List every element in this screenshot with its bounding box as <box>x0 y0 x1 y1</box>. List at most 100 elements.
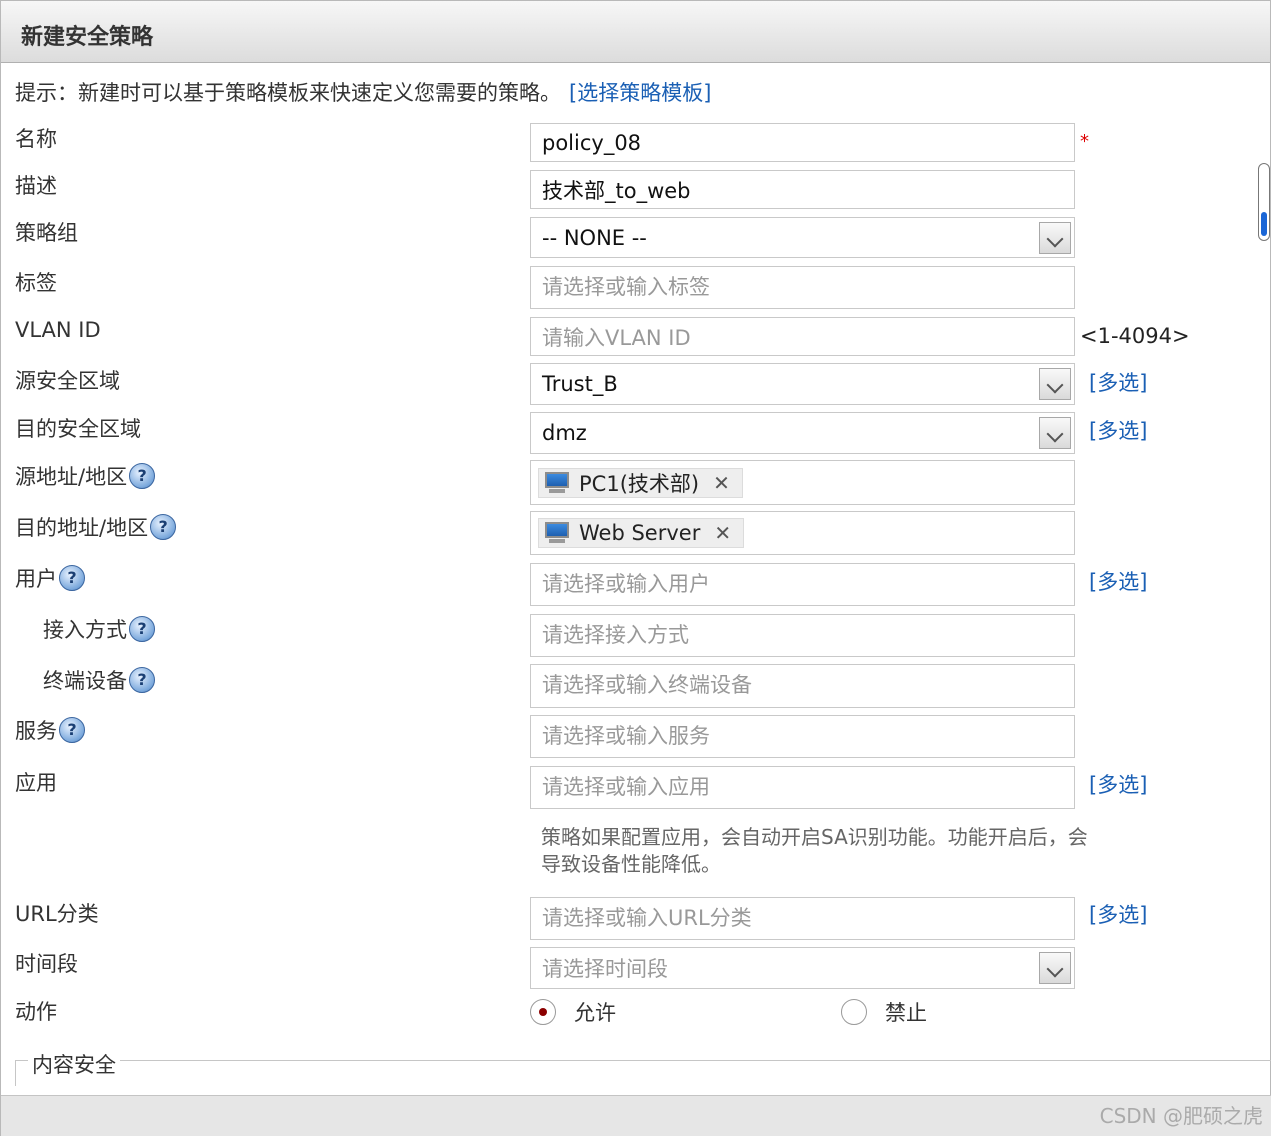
access-mode-input[interactable]: 请选择接入方式 <box>530 614 1075 657</box>
source-zone-select[interactable]: Trust_B <box>530 363 1075 405</box>
dialog-title: 新建安全策略 <box>21 25 154 50</box>
policy-group-select[interactable]: -- NONE -- <box>530 217 1075 258</box>
close-icon[interactable]: ✕ <box>714 521 731 545</box>
action-label-text: 动作 <box>15 1000 57 1024</box>
action-permit-radio[interactable]: 允许 <box>530 997 616 1027</box>
application-placeholder: 请选择或输入应用 <box>542 775 710 799</box>
help-icon[interactable]: ? <box>59 565 85 591</box>
terminal-device-placeholder: 请选择或输入终端设备 <box>542 673 752 697</box>
access-mode-placeholder: 请选择接入方式 <box>542 623 689 647</box>
dialog-footer <box>1 1095 1271 1136</box>
description-label: 描述 <box>15 170 57 200</box>
application-input[interactable]: 请选择或输入应用 <box>530 766 1075 809</box>
dialog-title-bar[interactable]: 新建安全策略 <box>1 1 1270 63</box>
computer-icon <box>543 521 571 545</box>
content-security-legend: 内容安全 <box>28 1049 120 1079</box>
description-label-text: 描述 <box>15 174 57 198</box>
scrollbar-thumb[interactable] <box>1261 212 1267 236</box>
address-tag: PC1(技术部) ✕ <box>538 467 743 498</box>
url-category-multi-select-link[interactable]: [多选] <box>1089 899 1147 929</box>
help-icon[interactable]: ? <box>129 616 155 642</box>
application-multi-select-link[interactable]: [多选] <box>1089 769 1147 799</box>
destination-zone-select[interactable]: dmz <box>530 412 1075 454</box>
source-address-label: 源地址/地区? <box>15 461 156 491</box>
action-label: 动作 <box>15 996 57 1026</box>
destination-address-label-text: 目的地址/地区 <box>15 516 149 540</box>
application-note: 策略如果配置应用，会自动开启SA识别功能。功能开启后，会导致设备性能降低。 <box>541 825 1088 876</box>
destination-zone-multi-select-link[interactable]: [多选] <box>1089 415 1147 445</box>
access-mode-label-text: 接入方式 <box>43 618 127 642</box>
destination-zone-label: 目的安全区域 <box>15 413 141 443</box>
description-input[interactable]: 技术部_to_web <box>530 170 1075 209</box>
chevron-down-icon[interactable] <box>1039 221 1071 254</box>
watermark: CSDN @肥硕之虎 <box>1099 1104 1263 1128</box>
application-label-text: 应用 <box>15 771 57 795</box>
computer-icon <box>543 471 571 495</box>
chevron-down-icon[interactable] <box>1039 952 1071 984</box>
time-range-label: 时间段 <box>15 948 78 978</box>
url-category-placeholder: 请选择或输入URL分类 <box>542 906 752 930</box>
radio-unselected-icon[interactable] <box>841 999 867 1025</box>
terminal-device-label-text: 终端设备 <box>43 669 127 693</box>
service-label: 服务? <box>15 715 85 745</box>
help-icon[interactable]: ? <box>129 463 156 489</box>
source-zone-multi-select-link[interactable]: [多选] <box>1089 367 1147 397</box>
destination-address-input[interactable]: Web Server ✕ <box>530 511 1075 555</box>
help-icon[interactable]: ? <box>150 514 177 540</box>
template-hint: 提示：新建时可以基于策略模板来快速定义您需要的策略。 [选择策略模板] <box>15 77 711 107</box>
content-security-section: 内容安全 <box>15 1049 1271 1086</box>
url-category-label: URL分类 <box>15 898 99 928</box>
url-category-input[interactable]: 请选择或输入URL分类 <box>530 897 1075 940</box>
vertical-scrollbar[interactable] <box>1258 163 1270 241</box>
terminal-device-input[interactable]: 请选择或输入终端设备 <box>530 664 1075 708</box>
action-deny-radio[interactable]: 禁止 <box>841 997 927 1027</box>
radio-selected-icon[interactable] <box>530 999 556 1025</box>
source-address-label-text: 源地址/地区 <box>15 465 128 489</box>
service-input[interactable]: 请选择或输入服务 <box>530 715 1075 758</box>
required-mark: * <box>1080 131 1089 152</box>
source-address-input[interactable]: PC1(技术部) ✕ <box>530 460 1075 505</box>
time-range-select[interactable]: 请选择时间段 <box>530 947 1075 989</box>
user-multi-select-link[interactable]: [多选] <box>1089 566 1147 596</box>
description-value: 技术部_to_web <box>542 178 691 203</box>
select-template-link[interactable]: [选择策略模板] <box>569 81 711 105</box>
action-deny-label: 禁止 <box>885 1001 927 1025</box>
time-range-label-text: 时间段 <box>15 952 78 976</box>
close-icon[interactable]: ✕ <box>713 471 730 495</box>
hint-text: 提示：新建时可以基于策略模板来快速定义您需要的策略。 <box>15 81 561 105</box>
user-label: 用户? <box>15 563 85 593</box>
destination-zone-label-text: 目的安全区域 <box>15 417 141 441</box>
vlan-id-placeholder: 请输入VLAN ID <box>542 325 691 350</box>
tag-input[interactable]: 请选择或输入标签 <box>530 266 1075 309</box>
vlan-id-input[interactable]: 请输入VLAN ID <box>530 317 1075 356</box>
service-label-text: 服务 <box>15 719 57 743</box>
help-icon[interactable]: ? <box>129 667 155 693</box>
policy-group-label: 策略组 <box>15 217 78 247</box>
url-category-label-text: URL分类 <box>15 902 99 926</box>
action-permit-label: 允许 <box>574 1001 616 1025</box>
new-security-policy-dialog: 新建安全策略 提示：新建时可以基于策略模板来快速定义您需要的策略。 [选择策略模板… <box>0 0 1271 1136</box>
policy-group-label-text: 策略组 <box>15 221 78 245</box>
address-tag: Web Server ✕ <box>538 518 745 548</box>
service-placeholder: 请选择或输入服务 <box>542 724 710 748</box>
application-label: 应用 <box>15 767 57 797</box>
chevron-down-icon[interactable] <box>1039 417 1071 449</box>
help-icon[interactable]: ? <box>59 717 85 743</box>
name-label: 名称 <box>15 123 57 153</box>
chevron-down-icon[interactable] <box>1039 368 1071 400</box>
name-input[interactable]: policy_08 <box>530 123 1075 162</box>
name-label-text: 名称 <box>15 127 57 151</box>
time-range-placeholder: 请选择时间段 <box>542 957 668 981</box>
user-label-text: 用户 <box>15 567 57 591</box>
name-value: policy_08 <box>542 130 642 155</box>
source-zone-value: Trust_B <box>542 372 618 396</box>
user-input[interactable]: 请选择或输入用户 <box>530 563 1075 606</box>
vlan-id-label-text: VLAN ID <box>15 318 101 342</box>
source-zone-label: 源安全区域 <box>15 365 120 395</box>
user-placeholder: 请选择或输入用户 <box>542 572 710 596</box>
vlan-id-label: VLAN ID <box>15 318 101 342</box>
terminal-device-label: 终端设备? <box>43 665 155 695</box>
destination-address-label: 目的地址/地区? <box>15 512 177 542</box>
tag-placeholder: 请选择或输入标签 <box>542 275 710 299</box>
destination-zone-value: dmz <box>542 421 587 445</box>
